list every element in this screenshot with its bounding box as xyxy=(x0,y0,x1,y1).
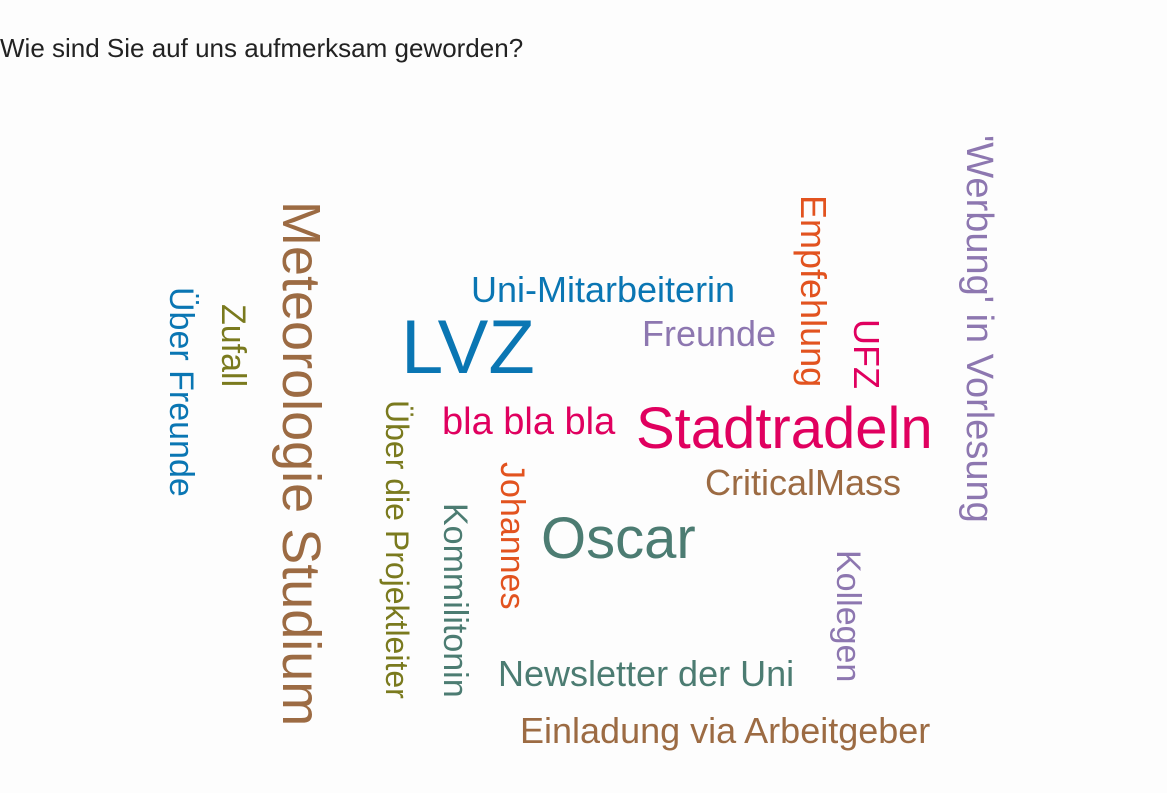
word-einladung-via-arbeitgeber: Einladung via Arbeitgeber xyxy=(520,710,931,751)
word-empfehlung: Empfehlung xyxy=(793,195,834,388)
word-bla-bla-bla: bla bla bla xyxy=(442,401,616,443)
word-ueber-die-projektleiter: Über die Projektleiter xyxy=(379,400,415,699)
word-kommilitonin: Kommilitonin xyxy=(436,503,474,698)
word-werbung-in-vorlesung: 'Werbung' in Vorlesung xyxy=(958,135,1000,523)
word-oscar: Oscar xyxy=(541,506,696,571)
word-uni-mitarbeiterin: Uni-Mitarbeiterin xyxy=(471,269,736,310)
word-stadtradeln: Stadtradeln xyxy=(636,396,933,461)
word-meteorologie-studium: Meteorologie Studium xyxy=(271,201,331,727)
word-johannes: Johannes xyxy=(493,462,531,610)
word-ueber-freunde: Über Freunde xyxy=(162,287,200,497)
word-freunde: Freunde xyxy=(642,313,777,354)
word-cloud: Meteorologie Studium LVZ Stadtradeln Osc… xyxy=(0,0,1167,793)
word-zufall: Zufall xyxy=(214,304,252,388)
word-newsletter-der-uni: Newsletter der Uni xyxy=(498,653,795,694)
word-lvz: LVZ xyxy=(401,305,535,390)
word-ufz: UFZ xyxy=(846,319,887,389)
word-kollegen: Kollegen xyxy=(829,550,867,683)
word-criticalmass: CriticalMass xyxy=(705,462,902,503)
